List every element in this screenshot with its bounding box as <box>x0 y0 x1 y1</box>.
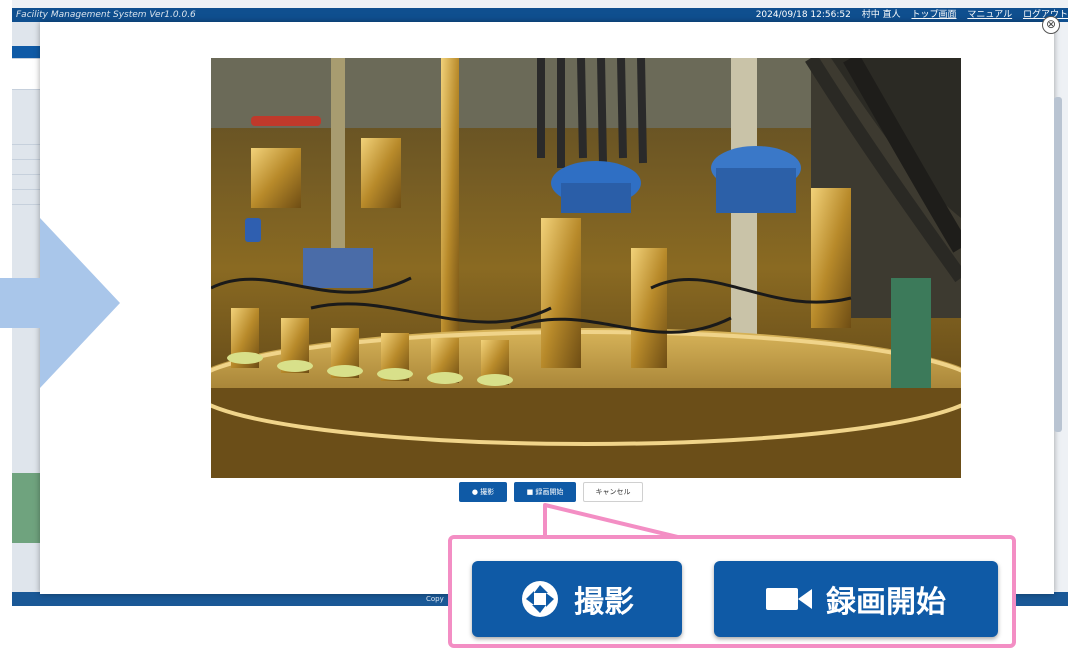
manual-link[interactable]: マニュアル <box>967 10 1012 20</box>
record-start-label: 録画開始 <box>826 585 946 620</box>
sidebar-block <box>12 46 42 59</box>
record-start-button-small[interactable]: ■ 録画開始 <box>514 482 576 502</box>
capture-label: 撮影 <box>574 585 634 620</box>
close-icon[interactable]: ⊗ <box>1042 16 1060 34</box>
top-page-link[interactable]: トップ画面 <box>911 10 956 20</box>
sidebar-item[interactable] <box>12 160 42 175</box>
camera-shutter-icon: ● <box>471 488 478 496</box>
app-title: Facility Management System Ver1.0.0.6 <box>16 10 196 20</box>
video-camera-icon <box>766 584 812 614</box>
cancel-button[interactable]: キャンセル <box>583 482 643 502</box>
arrow-right-icon <box>0 218 120 388</box>
modal-scrollbar[interactable] <box>1054 97 1062 432</box>
video-camera-icon: ■ <box>526 488 534 496</box>
button-zoom-callout: 撮影 録画開始 <box>448 535 1016 648</box>
app-header-right: 2024/09/18 12:56:52 村中 直人 トップ画面 マニュアル ログ… <box>748 8 1068 22</box>
sidebar-item[interactable] <box>12 190 42 205</box>
user-name: 村中 直人 <box>861 10 901 20</box>
industrial-machinery-photo <box>211 58 961 478</box>
sidebar-item[interactable] <box>12 175 42 190</box>
sidebar-item[interactable] <box>12 130 42 145</box>
footer-copyright: Copy <box>426 595 444 603</box>
sidebar-block <box>12 59 42 90</box>
datetime: 2024/09/18 12:56:52 <box>755 10 851 20</box>
camera-shutter-icon <box>520 579 560 619</box>
sidebar-item[interactable] <box>12 145 42 160</box>
app-header: Facility Management System Ver1.0.0.6 20… <box>12 8 1068 22</box>
camera-preview-image <box>211 58 961 478</box>
capture-button-small[interactable]: ● 撮影 <box>459 482 507 502</box>
record-start-button[interactable]: 録画開始 <box>714 561 998 637</box>
camera-modal: ● 撮影 ■ 録画開始 キャンセル <box>40 22 1062 594</box>
capture-button[interactable]: 撮影 <box>472 561 682 637</box>
